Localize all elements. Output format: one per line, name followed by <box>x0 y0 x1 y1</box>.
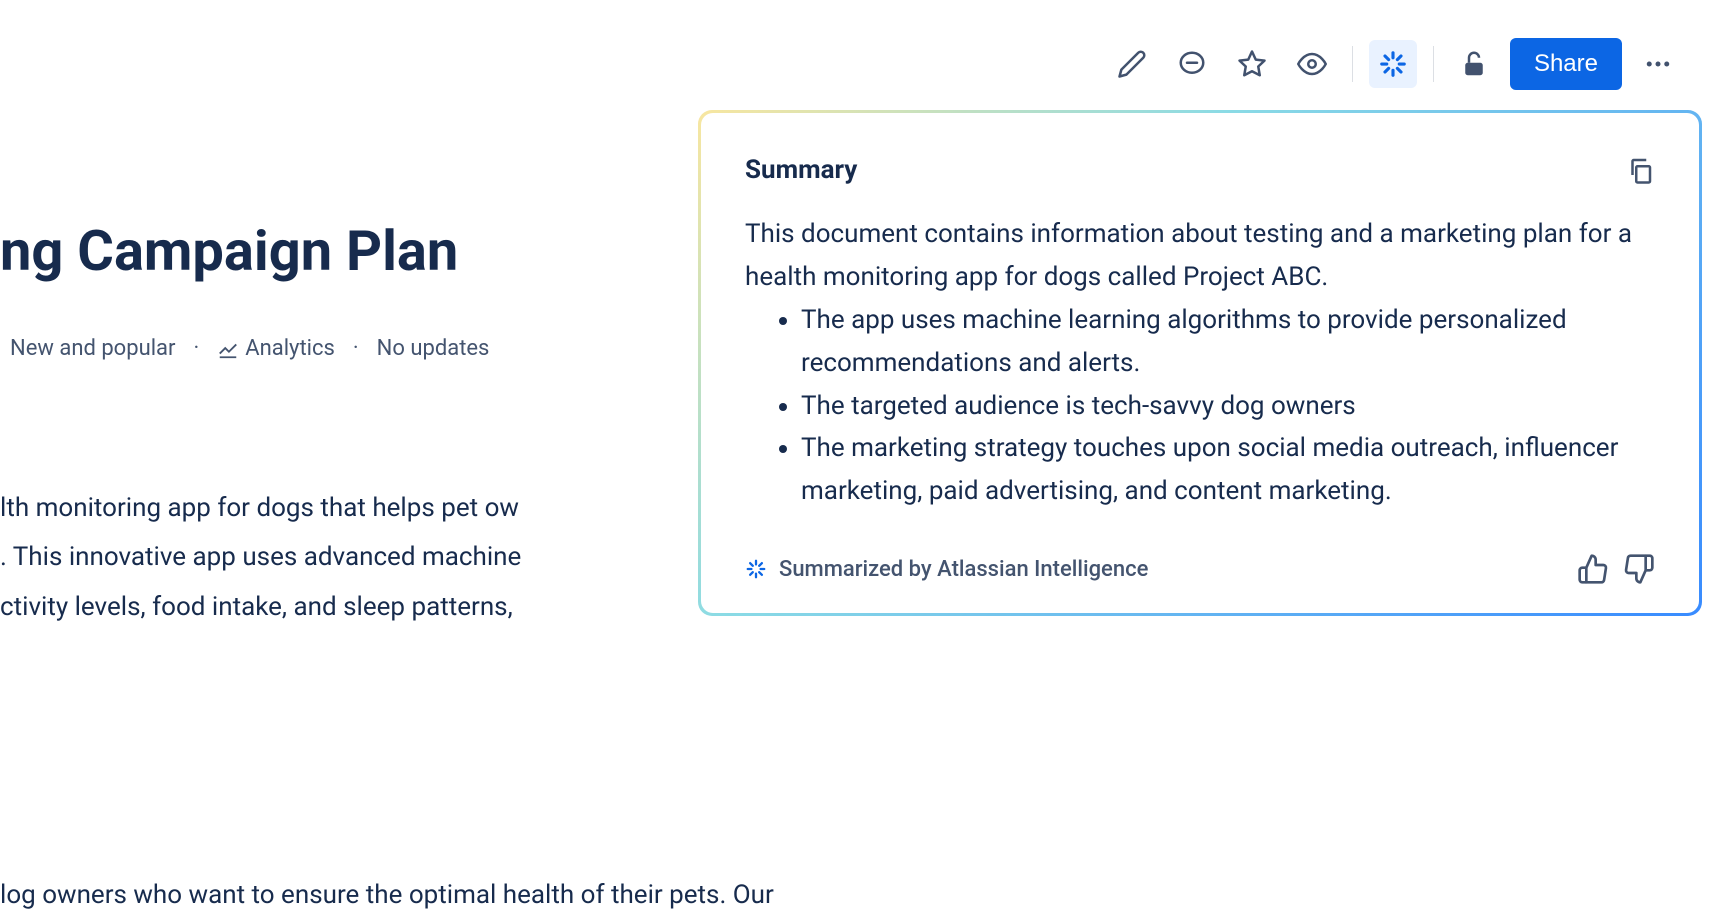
summary-panel: Summary This document contains informati… <box>698 110 1702 616</box>
more-icon <box>1643 49 1673 79</box>
analytics-icon <box>217 338 239 360</box>
summary-intro: This document contains information about… <box>745 213 1655 299</box>
ai-sparkle-icon <box>745 558 767 580</box>
edit-button[interactable] <box>1108 40 1156 88</box>
thumbs-down-icon[interactable] <box>1623 553 1655 585</box>
watch-button[interactable] <box>1288 40 1336 88</box>
page-title: ng Campaign Plan <box>0 218 458 284</box>
summary-bullet: The targeted audience is tech-savvy dog … <box>801 385 1655 428</box>
document-body-2: log owners who want to ensure the optima… <box>0 880 900 910</box>
eye-icon <box>1297 49 1327 79</box>
meta-updates[interactable]: No updates <box>377 336 490 361</box>
copy-icon[interactable] <box>1625 155 1655 185</box>
body-line: lth monitoring app for dogs that helps p… <box>0 484 700 533</box>
star-button[interactable] <box>1228 40 1276 88</box>
comment-button[interactable] <box>1168 40 1216 88</box>
page-meta: New and popular · Analytics · No updates <box>10 336 489 361</box>
comment-icon <box>1177 49 1207 79</box>
share-button[interactable]: Share <box>1510 38 1622 90</box>
toolbar-divider <box>1433 46 1434 82</box>
star-icon <box>1237 49 1267 79</box>
meta-separator: · <box>353 336 359 361</box>
thumbs-up-icon[interactable] <box>1577 553 1609 585</box>
ai-sparkle-icon <box>1378 49 1408 79</box>
meta-analytics-label: Analytics <box>245 336 335 361</box>
toolbar-divider <box>1352 46 1353 82</box>
summary-title: Summary <box>745 155 857 185</box>
summary-attribution: Summarized by Atlassian Intelligence <box>745 557 1148 582</box>
body-line: ctivity levels, food intake, and sleep p… <box>0 583 700 632</box>
pencil-icon <box>1117 49 1147 79</box>
summary-bullet: The app uses machine learning algorithms… <box>801 299 1655 385</box>
more-button[interactable] <box>1634 40 1682 88</box>
feedback-buttons <box>1577 553 1655 585</box>
attribution-label: Summarized by Atlassian Intelligence <box>779 557 1148 582</box>
meta-separator: · <box>193 336 199 361</box>
unlock-icon <box>1459 49 1489 79</box>
summary-body: This document contains information about… <box>745 213 1655 513</box>
ai-button[interactable] <box>1369 40 1417 88</box>
body-line: . This innovative app uses advanced mach… <box>0 533 700 582</box>
restrictions-button[interactable] <box>1450 40 1498 88</box>
meta-analytics[interactable]: Analytics <box>217 336 335 361</box>
document-body: lth monitoring app for dogs that helps p… <box>0 484 700 632</box>
summary-bullet: The marketing strategy touches upon soci… <box>801 427 1655 513</box>
page-toolbar: Share <box>1108 38 1682 90</box>
meta-new-popular[interactable]: New and popular <box>10 336 175 361</box>
summary-list: The app uses machine learning algorithms… <box>745 299 1655 513</box>
